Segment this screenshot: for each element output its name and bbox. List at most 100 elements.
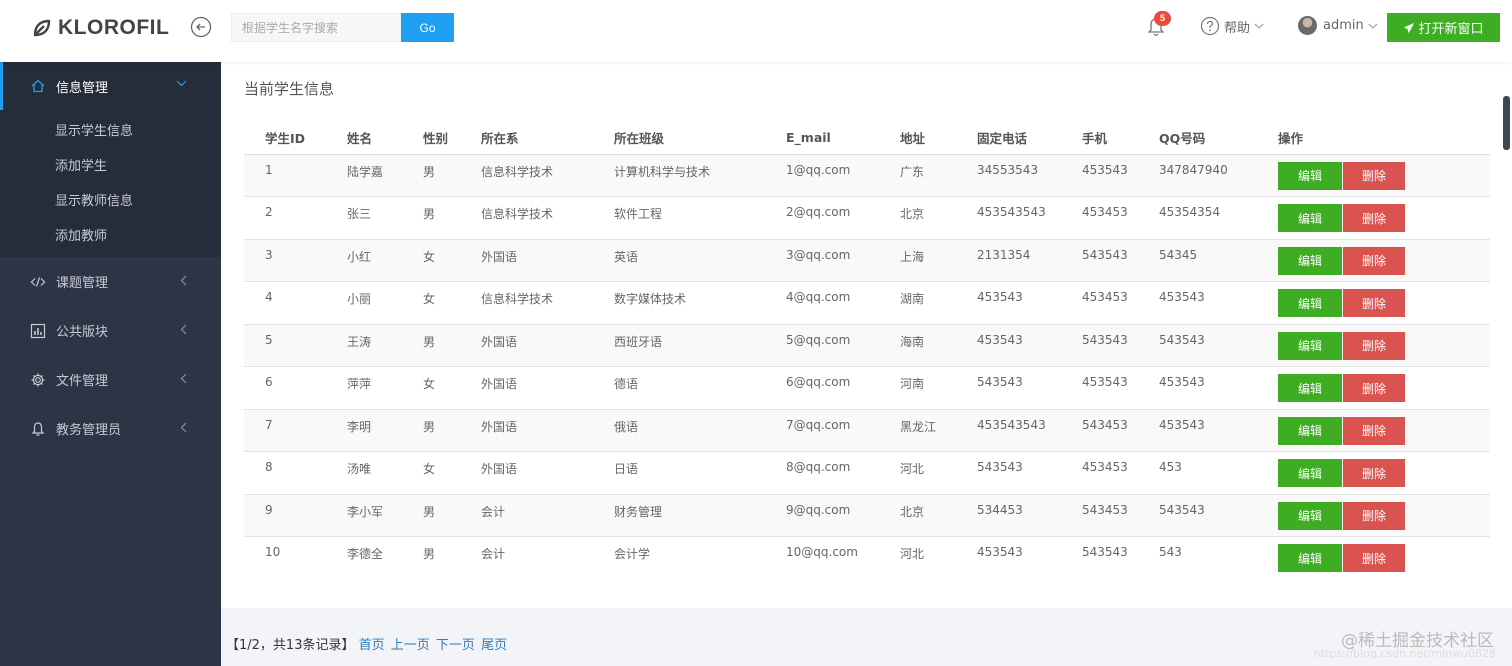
edit-button[interactable]: 编辑	[1278, 246, 1342, 275]
cell-qq: 453543	[1138, 281, 1257, 324]
cell-name: 李德全	[326, 536, 402, 579]
user-menu[interactable]: admin	[1298, 16, 1378, 35]
submenu-item-add-teacher[interactable]: 添加教师	[0, 219, 221, 254]
bar-chart-icon	[30, 323, 46, 338]
cell-mobile: 543543	[1061, 323, 1138, 367]
delete-button[interactable]: 删除	[1343, 501, 1405, 530]
cell-class: 计算机科学与技术	[593, 153, 765, 197]
cell-id: 1	[244, 153, 326, 197]
page-title: 当前学生信息	[244, 80, 335, 98]
prev-page-link[interactable]: 上一页	[391, 638, 430, 653]
cell-email: 9@qq.com	[765, 493, 879, 537]
cell-sex: 男	[402, 323, 460, 367]
brand-logo[interactable]: KLOROFIL	[32, 16, 169, 40]
cell-id: 3	[244, 238, 326, 282]
cell-phone: 453543	[956, 281, 1061, 324]
cell-sex: 男	[402, 196, 460, 239]
cell-actions: 编辑 删除	[1257, 408, 1490, 452]
chevron-left-icon	[180, 275, 187, 286]
sidebar-item-label: 信息管理	[56, 80, 109, 96]
search-input[interactable]	[231, 13, 401, 42]
search-bar: Go	[231, 13, 454, 42]
cell-qq: 453543	[1138, 366, 1257, 409]
sidebar-item-topic-management[interactable]: 课题管理	[0, 257, 221, 306]
sidebar-item-academic-admin[interactable]: 教务管理员	[0, 404, 221, 453]
cell-name: 小红	[326, 238, 402, 282]
next-page-link[interactable]: 下一页	[436, 638, 475, 653]
cell-class: 日语	[593, 451, 765, 494]
pagination: 【1/2，共13条记录】 首页 上一页 下一页 尾页	[226, 634, 509, 653]
delete-button[interactable]: 删除	[1343, 459, 1405, 487]
edit-button[interactable]: 编辑	[1278, 289, 1342, 317]
code-icon	[30, 276, 46, 287]
cell-name: 李小军	[326, 493, 402, 537]
submenu-item-add-student[interactable]: 添加学生	[0, 149, 221, 184]
edit-button[interactable]: 编辑	[1278, 501, 1342, 530]
cell-mobile: 543543	[1061, 536, 1138, 579]
cell-department: 外国语	[460, 451, 593, 494]
cell-phone: 543543	[956, 451, 1061, 494]
delete-button[interactable]: 删除	[1343, 331, 1405, 360]
cell-address: 北京	[879, 493, 956, 537]
sidebar-item-label: 教务管理员	[56, 423, 122, 438]
cell-actions: 编辑 删除	[1257, 451, 1490, 494]
cell-mobile: 453543	[1061, 153, 1138, 197]
cell-id: 10	[244, 536, 326, 579]
sidebar-item-label: 文件管理	[56, 374, 109, 389]
submenu-item-show-teachers[interactable]: 显示教师信息	[0, 184, 221, 219]
cell-actions: 编辑 删除	[1257, 536, 1490, 579]
delete-button[interactable]: 删除	[1343, 416, 1405, 445]
cell-department: 信息科学技术	[460, 153, 593, 197]
delete-button[interactable]: 删除	[1343, 289, 1405, 317]
cell-phone: 453543	[956, 323, 1061, 367]
delete-button[interactable]: 删除	[1343, 161, 1405, 190]
cell-id: 5	[244, 323, 326, 367]
delete-button[interactable]: 删除	[1343, 246, 1405, 275]
first-page-link[interactable]: 首页	[359, 638, 385, 653]
delete-button[interactable]: 删除	[1343, 204, 1405, 232]
cell-department: 外国语	[460, 408, 593, 452]
edit-button[interactable]: 编辑	[1278, 374, 1342, 402]
submenu-item-show-students[interactable]: 显示学生信息	[0, 114, 221, 149]
cell-actions: 编辑 删除	[1257, 281, 1490, 324]
cell-name: 汤唯	[326, 451, 402, 494]
cell-class: 俄语	[593, 408, 765, 452]
cell-phone: 2131354	[956, 238, 1061, 282]
gear-icon	[31, 373, 45, 386]
student-info-panel: 当前学生信息 学生ID 姓名 性别 所在系 所在班级 E_mail 地址 固定电…	[221, 62, 1512, 608]
cell-qq: 543543	[1138, 323, 1257, 367]
cell-address: 海南	[879, 323, 956, 367]
chevron-down-icon	[1368, 23, 1378, 29]
column-header: 姓名	[326, 122, 402, 155]
delete-button[interactable]: 删除	[1343, 374, 1405, 402]
edit-button[interactable]: 编辑	[1278, 459, 1342, 487]
leaf-icon	[33, 19, 51, 37]
sidebar-item-public-section[interactable]: 公共版块	[0, 306, 221, 355]
cell-actions: 编辑 删除	[1257, 366, 1490, 409]
delete-button[interactable]: 删除	[1343, 544, 1405, 572]
sidebar-item-file-management[interactable]: 文件管理	[0, 355, 221, 404]
brand-name: KLOROFIL	[58, 16, 170, 39]
edit-button[interactable]: 编辑	[1278, 416, 1342, 445]
scrollbar-thumb[interactable]	[1503, 96, 1510, 150]
help-menu[interactable]: 帮助	[1200, 16, 1264, 36]
cell-class: 会计学	[593, 536, 765, 579]
open-new-window-label: 打开新窗口	[1418, 22, 1484, 37]
column-header: 所在系	[460, 122, 593, 155]
open-new-window-button[interactable]: 打开新窗口	[1387, 13, 1500, 42]
last-page-link[interactable]: 尾页	[481, 638, 507, 653]
search-go-button[interactable]: Go	[401, 13, 454, 42]
edit-button[interactable]: 编辑	[1278, 161, 1342, 190]
table-row: 2 张三男信息科学技术 软件工程 2@qq.com 北京 453543543 453453 4…	[244, 196, 1490, 239]
sidebar-item-info-management[interactable]: 信息管理	[0, 62, 221, 110]
cell-mobile: 543453	[1061, 408, 1138, 452]
edit-button[interactable]: 编辑	[1278, 204, 1342, 232]
column-header: 性别	[402, 122, 460, 155]
cell-id: 7	[244, 408, 326, 452]
cell-sex: 女	[402, 451, 460, 494]
edit-button[interactable]: 编辑	[1278, 331, 1342, 360]
back-arrow-icon[interactable]	[190, 16, 212, 38]
column-header: 手机	[1061, 122, 1138, 155]
cell-sex: 男	[402, 536, 460, 579]
edit-button[interactable]: 编辑	[1278, 544, 1342, 572]
